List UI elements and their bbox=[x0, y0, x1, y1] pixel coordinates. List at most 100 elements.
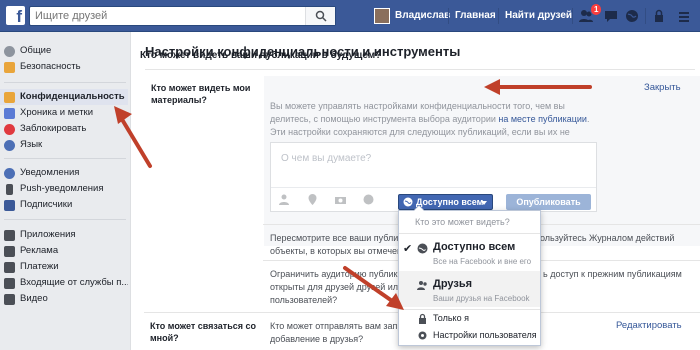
setting-question: Кто может видеть ваши публикации в будущ… bbox=[140, 50, 382, 61]
settings-icon[interactable] bbox=[676, 8, 692, 24]
home-link[interactable]: Главная bbox=[455, 10, 496, 21]
nav-divider bbox=[645, 8, 646, 24]
sidebar-item-label: Входящие от службы п... bbox=[20, 277, 128, 288]
sidebar-item-language[interactable]: Язык bbox=[0, 137, 128, 153]
row-text-line: пользователей? bbox=[270, 295, 338, 305]
sidebar-item-support-inbox[interactable]: Входящие от службы п... bbox=[0, 275, 128, 291]
sidebar-item-video[interactable]: Видео bbox=[0, 291, 128, 307]
option-title: Настройки пользователя bbox=[433, 330, 537, 340]
settings-sidebar: Общие Безопасность Конфиденциальность Хр… bbox=[0, 32, 128, 350]
sidebar-divider bbox=[4, 158, 126, 159]
sidebar-item-payments[interactable]: Платежи bbox=[0, 259, 128, 275]
privacy-lock-icon bbox=[4, 92, 15, 103]
search-button[interactable] bbox=[305, 7, 335, 25]
camera-icon[interactable] bbox=[335, 194, 346, 205]
gear-icon bbox=[418, 331, 427, 340]
sidebar-item-label: Платежи bbox=[20, 261, 59, 272]
sidebar-item-label: Заблокировать bbox=[20, 123, 87, 134]
facebook-logo[interactable]: f bbox=[6, 6, 25, 25]
sidebar-item-security[interactable]: Безопасность bbox=[0, 59, 128, 75]
activity-log-text: ользуйтесь Журналом действий bbox=[540, 232, 674, 245]
inline-audience-link[interactable]: на месте публикации bbox=[498, 114, 587, 124]
notifications-icon[interactable] bbox=[624, 8, 640, 24]
tag-friends-icon[interactable] bbox=[279, 194, 290, 205]
sidebar-item-label: Реклама bbox=[20, 245, 59, 256]
audience-option-custom[interactable]: Настройки пользователя bbox=[399, 328, 540, 344]
sidebar-divider bbox=[4, 219, 126, 220]
mobile-icon bbox=[6, 184, 13, 195]
audience-option-only-me[interactable]: Только я bbox=[399, 311, 540, 327]
friends-icon bbox=[417, 281, 427, 290]
divider bbox=[145, 69, 695, 70]
sidebar-item-push[interactable]: Push-уведомления bbox=[0, 181, 128, 197]
edit-link[interactable]: Редактировать bbox=[616, 320, 682, 331]
audience-option-public[interactable]: ✔ Доступно всем Все на Facebook и вне ег… bbox=[399, 234, 540, 270]
option-title: Друзья bbox=[433, 278, 473, 290]
globe-icon bbox=[417, 243, 428, 254]
sidebar-item-notifications[interactable]: Уведомления bbox=[0, 165, 128, 181]
sidebar-item-label: Общие bbox=[20, 45, 52, 56]
sidebar-item-followers[interactable]: Подписчики bbox=[0, 197, 128, 213]
dropdown-header: Кто это может видеть? bbox=[415, 217, 510, 227]
row-text-line: Пересмотрите все ваши публика bbox=[270, 233, 408, 243]
check-icon: ✔ bbox=[403, 243, 413, 255]
limit-past-posts-text: Ограничить аудиторию публика открыты для … bbox=[270, 268, 403, 307]
sidebar-item-ads[interactable]: Реклама bbox=[0, 243, 128, 259]
review-posts-text: Пересмотрите все ваши публика объекты, в … bbox=[270, 232, 407, 258]
row-text-line: объекты, в которых вы отмечен bbox=[270, 246, 402, 256]
find-friends-link[interactable]: Найти друзей bbox=[505, 10, 572, 21]
audience-option-friends[interactable]: Друзья Ваши друзья на Facebook bbox=[399, 271, 540, 307]
avatar[interactable] bbox=[374, 8, 390, 24]
dropdown-pointer bbox=[414, 206, 424, 211]
audience-button-label: Доступно всем bbox=[416, 197, 484, 207]
gear-icon bbox=[4, 46, 15, 57]
sidebar-item-label: Конфиденциальность bbox=[20, 91, 125, 102]
sidebar-item-label: Хроника и метки bbox=[20, 107, 94, 118]
option-title: Только я bbox=[433, 313, 469, 323]
chevron-down-icon bbox=[481, 201, 487, 205]
nav-divider bbox=[498, 8, 499, 24]
close-link[interactable]: Закрыть bbox=[644, 82, 681, 93]
limit-past-posts-right-text: ь доступ к прежним публикациям bbox=[543, 268, 682, 281]
ads-icon bbox=[4, 246, 15, 257]
sidebar-item-apps[interactable]: Приложения bbox=[0, 227, 128, 243]
composer-placeholder: О чем вы думаете? bbox=[281, 153, 372, 164]
profile-link[interactable]: Владислав bbox=[395, 10, 450, 21]
row-text-line: открыты для друзей друзей или bbox=[270, 282, 404, 292]
section-label-who-can-contact: Кто может связаться со мной? bbox=[150, 321, 256, 343]
sidebar-divider bbox=[4, 82, 126, 83]
row-text-line: ользуйтесь Журналом действий bbox=[540, 233, 675, 243]
friend-requests-setting-text: Кто может отправлять вам запро добавление… bbox=[270, 320, 407, 346]
sidebar-item-timeline[interactable]: Хроника и метки bbox=[0, 105, 128, 121]
payments-icon bbox=[4, 262, 15, 273]
globe-icon bbox=[403, 197, 413, 207]
lock-icon bbox=[419, 313, 426, 324]
block-icon bbox=[4, 124, 15, 135]
emoji-icon[interactable] bbox=[363, 194, 374, 205]
security-badge-icon bbox=[4, 62, 15, 73]
audience-dropdown-menu: Кто это может видеть? ✔ Доступно всем Вс… bbox=[398, 205, 541, 346]
sidebar-item-label: Приложения bbox=[20, 229, 76, 240]
sidebar-item-label: Push-уведомления bbox=[20, 183, 104, 194]
publish-button[interactable]: Опубликовать bbox=[506, 194, 591, 210]
row-text-line: ь доступ к прежним публикациям bbox=[543, 269, 682, 279]
notification-badge: 1 bbox=[590, 3, 603, 16]
support-inbox-icon bbox=[4, 278, 15, 289]
nav-divider bbox=[572, 8, 573, 24]
sidebar-item-label: Безопасность bbox=[20, 61, 81, 72]
search-box bbox=[29, 6, 336, 26]
sidebar-item-blocking[interactable]: Заблокировать bbox=[0, 121, 128, 137]
sidebar-item-label: Уведомления bbox=[20, 167, 80, 178]
section-label-who-can-see: Кто может видеть мои материалы? bbox=[151, 83, 251, 105]
search-input[interactable] bbox=[30, 7, 300, 25]
lock-icon[interactable] bbox=[651, 8, 667, 24]
location-icon[interactable] bbox=[307, 194, 318, 205]
messages-icon[interactable] bbox=[603, 8, 619, 24]
sidebar-item-label: Подписчики bbox=[20, 199, 73, 210]
sidebar-item-general[interactable]: Общие bbox=[0, 43, 128, 59]
option-subtitle: Ваши друзья на Facebook bbox=[433, 294, 530, 303]
row-text-line: добавление в друзья? bbox=[270, 334, 364, 344]
option-title: Доступно всем bbox=[433, 241, 516, 253]
sidebar-item-privacy[interactable]: Конфиденциальность bbox=[0, 89, 128, 105]
globe-icon bbox=[4, 168, 15, 179]
